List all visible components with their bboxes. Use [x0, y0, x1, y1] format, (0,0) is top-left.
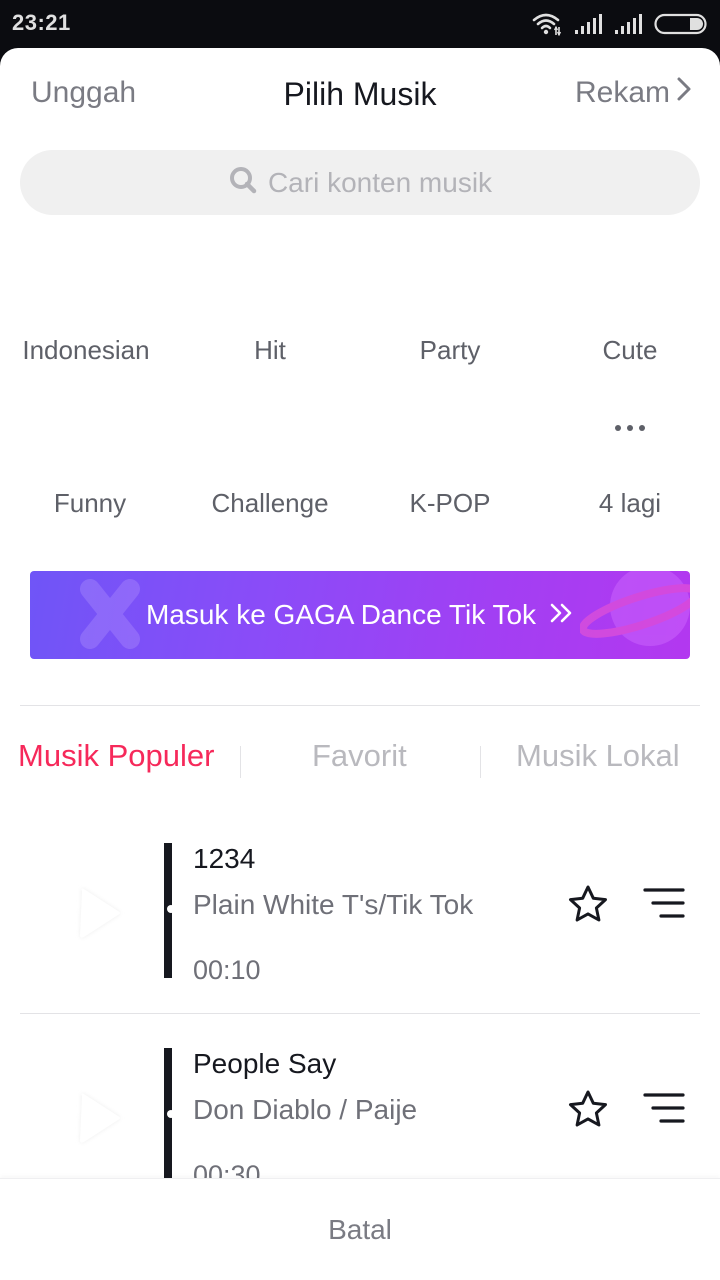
playlist-menu-icon[interactable]	[643, 886, 685, 927]
category-cute[interactable]: Cute	[540, 335, 720, 366]
battery-icon	[654, 13, 708, 35]
category-kpop[interactable]: K-POP	[360, 488, 540, 519]
star-icon[interactable]	[566, 883, 610, 930]
status-time: 23:21	[12, 10, 71, 35]
category-more[interactable]: 4 lagi	[540, 488, 720, 519]
gaga-dance-banner[interactable]: Masuk ke GAGA Dance Tik Tok	[30, 571, 690, 659]
category-funny[interactable]: Funny	[0, 488, 180, 519]
record-button[interactable]: Rekam	[575, 76, 692, 110]
category-hit[interactable]: Hit	[180, 335, 360, 366]
signal-icon	[614, 13, 644, 35]
song-duration: 00:10	[193, 955, 261, 985]
music-picker-sheet: Unggah Pilih Musik Rekam Cari konten mus…	[0, 48, 720, 1280]
record-label: Rekam	[574, 76, 670, 109]
playlist-menu-icon[interactable]	[643, 1091, 685, 1132]
tab-separator	[480, 746, 481, 778]
play-icon[interactable]	[62, 873, 132, 953]
category-indonesian[interactable]: Indonesian	[0, 335, 176, 366]
tab-musik-populer[interactable]: Musik Populer	[18, 738, 214, 774]
banner-label: Masuk ke GAGA Dance Tik Tok	[145, 599, 537, 630]
song-cover-dot	[167, 905, 175, 913]
play-icon[interactable]	[62, 1078, 132, 1158]
song-title: 1234	[193, 843, 256, 874]
song-cover-dot	[167, 1110, 175, 1118]
status-bar: 23:21	[0, 0, 720, 48]
decorative-cross-icon	[80, 579, 140, 649]
category-challenge[interactable]: Challenge	[180, 488, 360, 519]
cancel-label: Batal	[328, 1213, 392, 1245]
wifi-icon	[532, 12, 564, 36]
search-placeholder: Cari konten musik	[267, 166, 493, 198]
section-divider	[20, 705, 700, 706]
decorative-planet-icon	[580, 571, 690, 646]
tab-favorit[interactable]: Favorit	[312, 738, 407, 774]
song-list-item[interactable]: 1234 Plain White T's/Tik Tok 00:10	[0, 843, 720, 1033]
double-chevron-right-icon	[550, 602, 574, 629]
song-artist: Plain White T's/Tik Tok	[193, 889, 474, 920]
chevron-right-icon	[676, 76, 692, 110]
music-tabs: Musik Populer Favorit Musik Lokal	[0, 738, 720, 798]
tab-musik-lokal[interactable]: Musik Lokal	[516, 738, 680, 774]
header: Unggah Pilih Musik Rekam	[0, 48, 720, 140]
status-icons	[532, 12, 708, 36]
song-artist: Don Diablo / Paije	[193, 1094, 418, 1125]
search-icon	[228, 165, 258, 200]
cancel-button[interactable]: Batal	[0, 1178, 720, 1280]
category-party[interactable]: Party	[360, 335, 540, 366]
more-dots-icon[interactable]	[540, 418, 720, 436]
list-divider	[20, 1013, 700, 1014]
song-title: People Say	[193, 1048, 337, 1079]
search-input[interactable]: Cari konten musik	[20, 150, 700, 215]
tab-separator	[240, 746, 241, 778]
star-icon[interactable]	[566, 1088, 610, 1135]
signal-icon	[574, 13, 604, 35]
